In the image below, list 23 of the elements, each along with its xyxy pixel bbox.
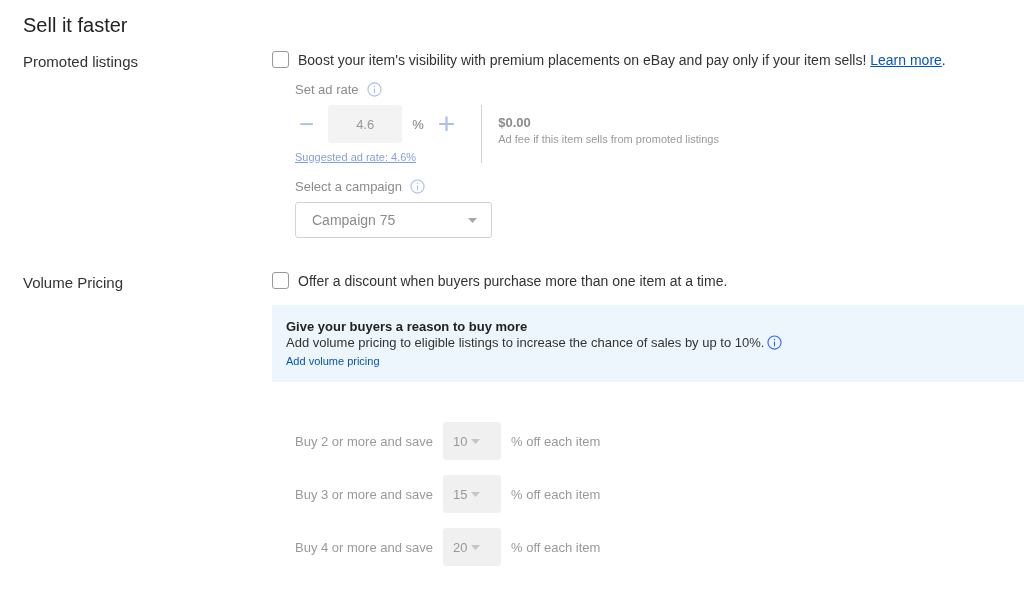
- caret-icon: [470, 438, 480, 444]
- fee-amount: $0.00: [498, 115, 532, 130]
- caret-icon: [468, 217, 477, 223]
- tier-label: Buy 4 or more and save: [295, 539, 434, 555]
- banner-text: Add volume pricing to eligible listings to increase the chance of sales by up to 10%.: [286, 335, 765, 350]
- row-label: Promoted listings: [23, 52, 140, 72]
- tier-suffix: % off each item: [511, 539, 601, 555]
- info-icon[interactable]: [767, 335, 783, 350]
- checkbox-label: Offer a discount when buyers purchase more than one item at a time.: [298, 272, 728, 289]
- field-label: Set ad rate: [295, 82, 359, 97]
- caret-icon: [470, 544, 480, 550]
- section-title: Sell it faster: [23, 14, 129, 37]
- tier-suffix: % off each item: [511, 486, 601, 502]
- checkbox-label: Boost your item's visibility with premium placements on eBay and pay only if your item sells! Learn more.: [298, 51, 946, 68]
- fee-note: Ad fee if this item sells from promoted listings: [498, 133, 719, 145]
- tier-label: Buy 3 or more and save: [295, 486, 434, 502]
- field-label: Select a campaign: [295, 179, 402, 194]
- tier-suffix: % off each item: [511, 433, 601, 449]
- unit-label: %: [412, 116, 424, 132]
- row-label: Volume Pricing: [23, 273, 125, 293]
- tier-label: Buy 2 or more and save: [295, 433, 434, 449]
- caret-icon: [470, 491, 480, 497]
- banner-title: Give your buyers a reason to buy more: [286, 319, 529, 334]
